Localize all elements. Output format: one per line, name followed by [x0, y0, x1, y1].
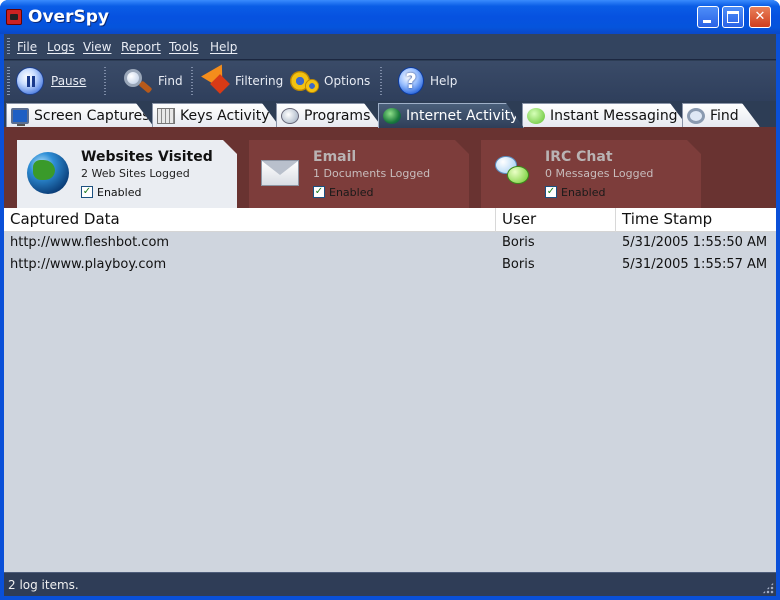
app-icon[interactable] — [6, 9, 22, 25]
tab-instant-messaging[interactable]: Instant Messaging — [522, 103, 688, 127]
chat-bubbles-icon — [495, 156, 531, 190]
options-button[interactable]: Options — [288, 64, 370, 98]
category-title: IRC Chat — [545, 149, 613, 165]
gears-icon — [288, 67, 320, 95]
menu-bar: File Logs View Report Tools Help — [4, 34, 776, 60]
toolbar-grip[interactable] — [7, 67, 10, 95]
menu-tools[interactable]: Tools — [169, 40, 199, 54]
menu-view[interactable]: View — [83, 40, 111, 54]
menu-grip[interactable] — [7, 38, 10, 56]
tab-strip: Screen Captures Keys Activity Programs I… — [4, 101, 776, 127]
table-row[interactable]: http://www.playboy.com Boris 5/31/2005 1… — [4, 254, 776, 276]
client-area: File Logs View Report Tools Help Pause F… — [4, 34, 776, 596]
globe-icon — [27, 152, 69, 194]
toolbar-separator — [380, 67, 382, 95]
help-icon: ? — [398, 67, 424, 95]
minimize-button[interactable] — [697, 6, 719, 28]
column-user[interactable]: User — [496, 208, 616, 232]
keyboard-icon — [157, 108, 175, 124]
window-title: OverSpy — [28, 7, 109, 27]
magnifier-icon — [122, 67, 154, 95]
cell-user: Boris — [502, 235, 535, 250]
internet-activity-panel: Websites Visited 2 Web Sites Logged ✓ En… — [4, 127, 776, 572]
cell-captured-data: http://www.fleshbot.com — [10, 235, 170, 250]
menu-file[interactable]: File — [17, 40, 37, 54]
help-button[interactable]: ? Help — [398, 64, 457, 98]
column-time-stamp[interactable]: Time Stamp — [616, 208, 776, 232]
tab-internet-activity[interactable]: Internet Activity — [378, 103, 524, 128]
monitor-icon — [11, 108, 29, 124]
help-label: Help — [430, 74, 458, 88]
cell-captured-data: http://www.playboy.com — [10, 257, 167, 272]
category-subtitle: 2 Web Sites Logged — [81, 167, 190, 180]
maximize-button[interactable] — [722, 6, 744, 28]
resize-grip[interactable] — [762, 582, 774, 594]
envelope-icon — [261, 160, 299, 186]
filtering-label: Filtering — [235, 74, 284, 88]
enabled-label: Enabled — [97, 186, 142, 199]
category-email[interactable]: Email 1 Documents Logged ✓ Enabled — [249, 140, 469, 208]
cell-time-stamp: 5/31/2005 1:55:57 AM — [622, 257, 768, 272]
tab-keys-activity[interactable]: Keys Activity — [152, 103, 280, 127]
close-button[interactable]: ✕ — [749, 6, 771, 28]
enabled-checkbox[interactable]: ✓ — [313, 186, 325, 198]
enabled-checkbox[interactable]: ✓ — [545, 186, 557, 198]
tab-label: Screen Captures — [34, 107, 150, 124]
toolbar: Pause Find Filtering Options ? Help — [4, 61, 776, 101]
enabled-label: Enabled — [329, 186, 374, 199]
tab-label: Internet Activity — [406, 108, 519, 124]
log-list[interactable]: Captured Data User Time Stamp http://www… — [4, 208, 776, 572]
maximize-icon — [727, 11, 739, 23]
find-label: Find — [158, 74, 183, 88]
find-button[interactable]: Find — [122, 64, 183, 98]
pause-icon — [16, 67, 44, 95]
filtering-icon — [201, 64, 233, 96]
column-captured-data[interactable]: Captured Data — [4, 208, 496, 232]
minimize-icon — [703, 20, 711, 23]
menu-report[interactable]: Report — [121, 40, 161, 54]
programs-icon — [281, 108, 299, 124]
filtering-button[interactable]: Filtering — [201, 64, 283, 98]
chat-icon — [527, 108, 545, 124]
cell-time-stamp: 5/31/2005 1:55:50 AM — [622, 235, 768, 250]
tab-programs[interactable]: Programs — [276, 103, 382, 127]
table-row[interactable]: http://www.fleshbot.com Boris 5/31/2005 … — [4, 232, 776, 254]
title-bar[interactable]: OverSpy ✕ — [0, 0, 780, 34]
category-subtitle: 1 Documents Logged — [313, 167, 431, 180]
list-header: Captured Data User Time Stamp — [4, 208, 776, 232]
close-icon: ✕ — [754, 9, 766, 24]
pause-label: Pause — [51, 74, 87, 88]
category-subtitle: 0 Messages Logged — [545, 167, 654, 180]
magnifier-icon — [687, 108, 705, 124]
tab-label: Keys Activity — [180, 107, 270, 124]
globe-icon — [383, 108, 401, 124]
toolbar-separator — [191, 67, 193, 95]
menu-logs[interactable]: Logs — [47, 40, 75, 54]
enabled-label: Enabled — [561, 186, 606, 199]
category-title: Email — [313, 149, 357, 165]
category-title: Websites Visited — [81, 149, 213, 165]
toolbar-separator — [104, 67, 106, 95]
status-bar: 2 log items. — [4, 572, 776, 596]
category-websites-visited[interactable]: Websites Visited 2 Web Sites Logged ✓ En… — [17, 140, 237, 208]
tab-find[interactable]: Find — [682, 103, 760, 127]
category-irc-chat[interactable]: IRC Chat 0 Messages Logged ✓ Enabled — [481, 140, 701, 208]
tab-label: Instant Messaging — [550, 107, 678, 124]
status-text: 2 log items. — [8, 578, 79, 592]
options-label: Options — [324, 74, 371, 88]
tab-label: Programs — [304, 107, 371, 124]
tab-screen-captures[interactable]: Screen Captures — [6, 103, 154, 127]
cell-user: Boris — [502, 257, 535, 272]
pause-button[interactable]: Pause — [16, 64, 86, 98]
enabled-checkbox[interactable]: ✓ — [81, 186, 93, 198]
app-window: OverSpy ✕ File Logs View Report Tools He… — [0, 0, 780, 600]
menu-help[interactable]: Help — [210, 40, 237, 54]
tab-label: Find — [710, 107, 739, 124]
